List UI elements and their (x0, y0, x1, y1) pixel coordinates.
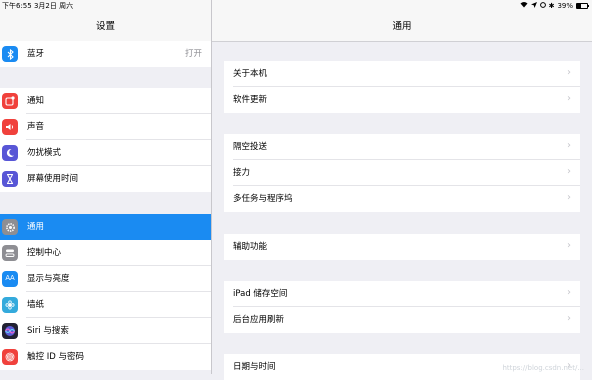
sidebar-item-label: 蓝牙 (27, 49, 45, 59)
sidebar-item-sound[interactable]: 声音 (0, 114, 211, 140)
sidebar-item-control-center[interactable]: 控制中心 (0, 240, 211, 266)
sidebar-item-label: 勿扰模式 (27, 148, 62, 158)
sidebar-item-display-brightness[interactable]: AA 显示与亮度 (0, 266, 211, 292)
settings-group-airdrop: 隔空投送 › 接力 › 多任务与程序坞 › (224, 134, 580, 212)
settings-group-accessibility: 辅助功能 › (224, 234, 580, 260)
sidebar-item-label: 屏幕使用时间 (27, 174, 79, 184)
watermark: https://blog.csdn.net/... (502, 364, 584, 372)
sidebar-item-label: 通用 (27, 222, 45, 232)
status-bar: 下午6:55 3月2日 周六 ✱ 39% (0, 0, 592, 14)
sidebar-item-screen-time[interactable]: 屏幕使用时间 (0, 166, 211, 192)
fingerprint-icon (2, 349, 18, 365)
chevron-right-icon: › (567, 287, 571, 298)
row-label: iPad 储存空间 (233, 289, 288, 299)
sidebar-item-do-not-disturb[interactable]: 勿扰模式 (0, 140, 211, 166)
battery-percent: 39% (557, 2, 573, 10)
sidebar-item-touch-id-passcode[interactable]: 触控 ID 与密码 (0, 344, 211, 370)
chevron-right-icon: › (567, 192, 571, 203)
status-right: ✱ 39% (520, 1, 589, 11)
sidebar-item-label: 显示与亮度 (27, 274, 70, 284)
sidebar-item-label: 墙纸 (27, 300, 45, 310)
bluetooth-icon (2, 46, 18, 62)
sidebar-item-label: 声音 (27, 122, 45, 132)
wallpaper-icon (2, 297, 18, 313)
battery-fill (577, 4, 581, 8)
sidebar-item-general[interactable]: 通用 (0, 214, 211, 240)
row-label: 关于本机 (233, 69, 268, 79)
sidebar-item-label: 控制中心 (27, 248, 62, 258)
status-time-date: 下午6:55 3月2日 周六 (2, 2, 74, 10)
row-multitasking-dock[interactable]: 多任务与程序坞 › (224, 186, 580, 212)
settings-group-storage: iPad 储存空间 › 后台应用刷新 › (224, 281, 580, 333)
chevron-right-icon: › (567, 140, 571, 151)
sidebar-item-label: Siri 与搜索 (27, 326, 69, 336)
moon-icon (2, 145, 18, 161)
bluetooth-status-value: 打开 (184, 49, 202, 59)
row-accessibility[interactable]: 辅助功能 › (224, 234, 580, 260)
row-label: 多任务与程序坞 (233, 194, 293, 204)
chevron-right-icon: › (567, 313, 571, 324)
settings-sidebar: 设置 蓝牙 打开 通知 声音 勿扰模式 屏幕使用时间 通用 控制中心 AA 显示… (0, 0, 212, 374)
siri-icon (2, 323, 18, 339)
sound-icon (2, 119, 18, 135)
row-label: 软件更新 (233, 95, 268, 105)
sidebar-item-siri-search[interactable]: Siri 与搜索 (0, 318, 211, 344)
lock-rotation-icon (539, 1, 546, 11)
row-handoff[interactable]: 接力 › (224, 160, 580, 186)
chevron-right-icon: › (567, 93, 571, 104)
control-center-icon (2, 245, 18, 261)
row-background-app-refresh[interactable]: 后台应用刷新 › (224, 307, 580, 333)
sidebar-item-label: 触控 ID 与密码 (27, 352, 84, 362)
row-label: 日期与时间 (233, 362, 276, 372)
sidebar-item-wallpaper[interactable]: 墙纸 (0, 292, 211, 318)
row-label: 接力 (233, 168, 251, 178)
chevron-right-icon: › (567, 240, 571, 251)
gear-icon (2, 219, 18, 235)
row-airdrop[interactable]: 隔空投送 › (224, 134, 580, 160)
detail-title: 通用 (392, 21, 412, 32)
bluetooth-status-icon: ✱ (548, 2, 555, 10)
row-software-update[interactable]: 软件更新 › (224, 87, 580, 113)
row-about[interactable]: 关于本机 › (224, 61, 580, 87)
sidebar-item-notifications[interactable]: 通知 (0, 88, 211, 114)
battery-icon (576, 3, 589, 9)
settings-group-about: 关于本机 › 软件更新 › (224, 61, 580, 113)
general-detail-pane: 通用 关于本机 › 软件更新 › 隔空投送 › 接力 › 多任务与程序坞 › 辅… (212, 0, 592, 380)
row-label: 辅助功能 (233, 242, 268, 252)
wifi-icon (520, 1, 528, 11)
row-label: 后台应用刷新 (233, 315, 285, 325)
chevron-right-icon: › (567, 166, 571, 177)
sidebar-item-bluetooth[interactable]: 蓝牙 打开 (0, 41, 211, 67)
row-ipad-storage[interactable]: iPad 储存空间 › (224, 281, 580, 307)
display-icon: AA (2, 271, 18, 287)
location-icon (530, 1, 537, 11)
notifications-icon (2, 93, 18, 109)
hourglass-icon (2, 171, 18, 187)
sidebar-item-label: 通知 (27, 96, 45, 106)
sidebar-title: 设置 (95, 21, 115, 32)
chevron-right-icon: › (567, 67, 571, 78)
row-label: 隔空投送 (233, 142, 268, 152)
